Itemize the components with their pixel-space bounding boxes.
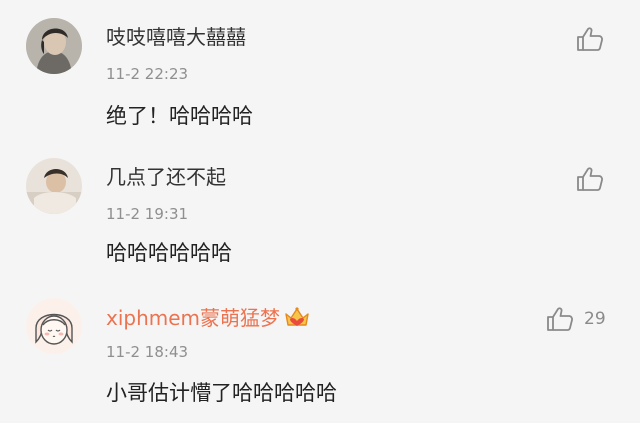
comment-timestamp: 11-2 19:31 — [106, 205, 189, 223]
comment-timestamp: 11-2 18:43 — [106, 343, 189, 361]
comment-text: 哈哈哈哈哈哈 — [106, 241, 232, 265]
comment-timestamp: 11-2 22:23 — [106, 65, 189, 83]
comment-username[interactable]: 吱吱嘻嘻大囍囍 — [106, 25, 246, 49]
user-avatar-photo — [26, 18, 82, 74]
like-button[interactable] — [576, 22, 604, 56]
avatar[interactable] — [26, 158, 82, 214]
vip-crown-icon[interactable] — [284, 305, 310, 334]
avatar[interactable] — [26, 298, 82, 354]
like-button[interactable] — [576, 162, 604, 196]
comment-username[interactable]: xiphmem蒙萌猛梦 — [106, 305, 310, 334]
thumbs-up-icon — [577, 167, 603, 191]
like-count: 29 — [584, 309, 606, 329]
cartoon-girl-avatar — [26, 298, 82, 354]
avatar[interactable] — [26, 18, 82, 74]
username-text: xiphmem蒙萌猛梦 — [106, 306, 281, 330]
like-button[interactable]: 29 — [546, 302, 606, 336]
thumbs-up-icon — [547, 307, 573, 331]
thumbs-up-icon — [577, 27, 603, 51]
comment-item: 吱吱嘻嘻大囍囍 11-2 22:23 绝了！哈哈哈哈 — [0, 0, 640, 140]
comment-item: xiphmem蒙萌猛梦 11-2 18:43 小哥估计懵了哈哈哈哈哈 29 — [0, 280, 640, 423]
comment-username[interactable]: 几点了还不起 — [106, 165, 226, 189]
comment-text: 绝了！哈哈哈哈 — [106, 104, 253, 128]
comment-text: 小哥估计懵了哈哈哈哈哈 — [106, 381, 337, 405]
comment-item: 几点了还不起 11-2 19:31 哈哈哈哈哈哈 — [0, 140, 640, 280]
user-avatar-photo — [26, 158, 82, 214]
